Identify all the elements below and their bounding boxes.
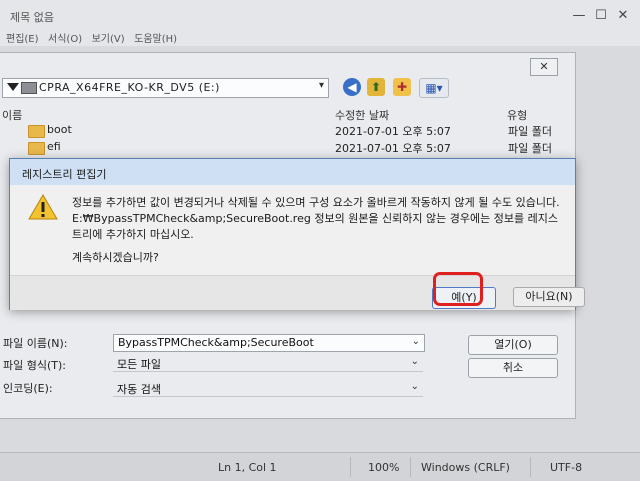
encoding-label: 인코딩(E): xyxy=(3,382,53,395)
filetype-label: 파일 형식(T): xyxy=(3,359,66,372)
file-encoding: UTF-8 xyxy=(550,461,583,474)
drive-icon xyxy=(21,82,37,94)
cursor-position: Ln 1, Col 1 xyxy=(218,461,277,474)
folder-icon xyxy=(28,125,45,138)
up-folder-icon[interactable]: ⬆ xyxy=(367,78,385,96)
no-button[interactable]: 아니요(N) xyxy=(513,287,585,307)
zoom-level: 100% xyxy=(368,461,400,474)
menu-edit[interactable]: 편집(E) xyxy=(6,30,39,45)
file-name: efi xyxy=(47,140,61,153)
filename-value: BypassTPMCheck&amp;SecureBoot xyxy=(118,336,314,349)
dialog-message: 정보를 추가하면 값이 변경되거나 삭제될 수 있으며 구성 요소가 올바르게 … xyxy=(72,196,560,241)
menu-format[interactable]: 서식(O) xyxy=(48,30,82,45)
chevron-down-icon[interactable]: ⌄ xyxy=(411,356,419,367)
notepad-title: 제목 없음 xyxy=(10,11,54,24)
location-path: CPRA_X64FRE_KO-KR_DV5 (E:) xyxy=(39,81,220,94)
encoding-select[interactable]: 자동 검색 ⌄ xyxy=(113,380,423,397)
caret-down-icon xyxy=(7,83,19,91)
notepad-menubar: 편집(E) 서식(O) 보기(V) 도움말(H) xyxy=(0,30,640,46)
back-icon[interactable]: ◀ xyxy=(343,78,361,96)
encoding-value: 자동 검색 xyxy=(117,383,161,396)
maximize-button[interactable]: ☐ xyxy=(590,8,612,23)
column-header-date[interactable]: 수정한 날짜 xyxy=(335,107,389,123)
menu-view[interactable]: 보기(V) xyxy=(92,30,125,45)
file-name: boot xyxy=(47,123,72,136)
window-controls: — ☐ ✕ xyxy=(568,8,634,23)
status-divider xyxy=(410,457,411,477)
status-bar: Ln 1, Col 1 100% Windows (CRLF) UTF-8 xyxy=(0,452,640,481)
file-date: 2021-07-01 오후 5:07 xyxy=(335,125,451,138)
dialog-title: 레지스트리 편집기 xyxy=(22,168,107,181)
status-divider xyxy=(350,457,351,477)
filetype-value: 모든 파일 xyxy=(117,358,161,371)
chevron-down-icon[interactable]: ⌄ xyxy=(412,336,420,347)
status-divider xyxy=(530,457,531,477)
cancel-button[interactable]: 취소 xyxy=(468,358,558,378)
chevron-down-icon[interactable]: ⌄ xyxy=(411,381,419,392)
dialog-close-button[interactable]: ✕ xyxy=(530,58,558,76)
view-menu-icon[interactable]: ▦▾ xyxy=(419,78,449,98)
list-item[interactable]: boot 2021-07-01 오후 5:07 파일 폴더 xyxy=(0,122,575,139)
close-button[interactable]: ✕ xyxy=(612,8,634,23)
chevron-down-icon[interactable]: ▾ xyxy=(319,80,324,91)
new-folder-icon[interactable]: ✚ xyxy=(393,78,411,96)
registry-editor-dialog: 레지스트리 편집기 정보를 추가하면 값이 변경되거나 삭제될 수 있으며 구성… xyxy=(9,158,585,310)
column-header-type[interactable]: 유형 xyxy=(507,107,527,123)
warning-icon xyxy=(28,194,58,220)
file-type: 파일 폴더 xyxy=(508,125,552,138)
dialog-confirm-text: 계속하시겠습니까? xyxy=(72,251,159,264)
location-combobox[interactable]: CPRA_X64FRE_KO-KR_DV5 (E:) ▾ xyxy=(2,78,329,98)
column-header-name[interactable]: 이름 xyxy=(2,107,22,123)
dialog-titlebar: 레지스트리 편집기 xyxy=(10,159,575,185)
filetype-select[interactable]: 모든 파일 ⌄ xyxy=(113,355,423,372)
filename-label: 파일 이름(N): xyxy=(3,337,68,350)
filename-combobox[interactable]: BypassTPMCheck&amp;SecureBoot ⌄ xyxy=(113,334,425,352)
line-ending: Windows (CRLF) xyxy=(421,461,510,474)
highlight-circle xyxy=(433,272,483,306)
minimize-button[interactable]: — xyxy=(568,8,590,23)
open-button[interactable]: 열기(O) xyxy=(468,335,558,355)
notepad-titlebar: 제목 없음 — ☐ ✕ xyxy=(0,0,640,31)
menu-help[interactable]: 도움말(H) xyxy=(134,30,177,45)
